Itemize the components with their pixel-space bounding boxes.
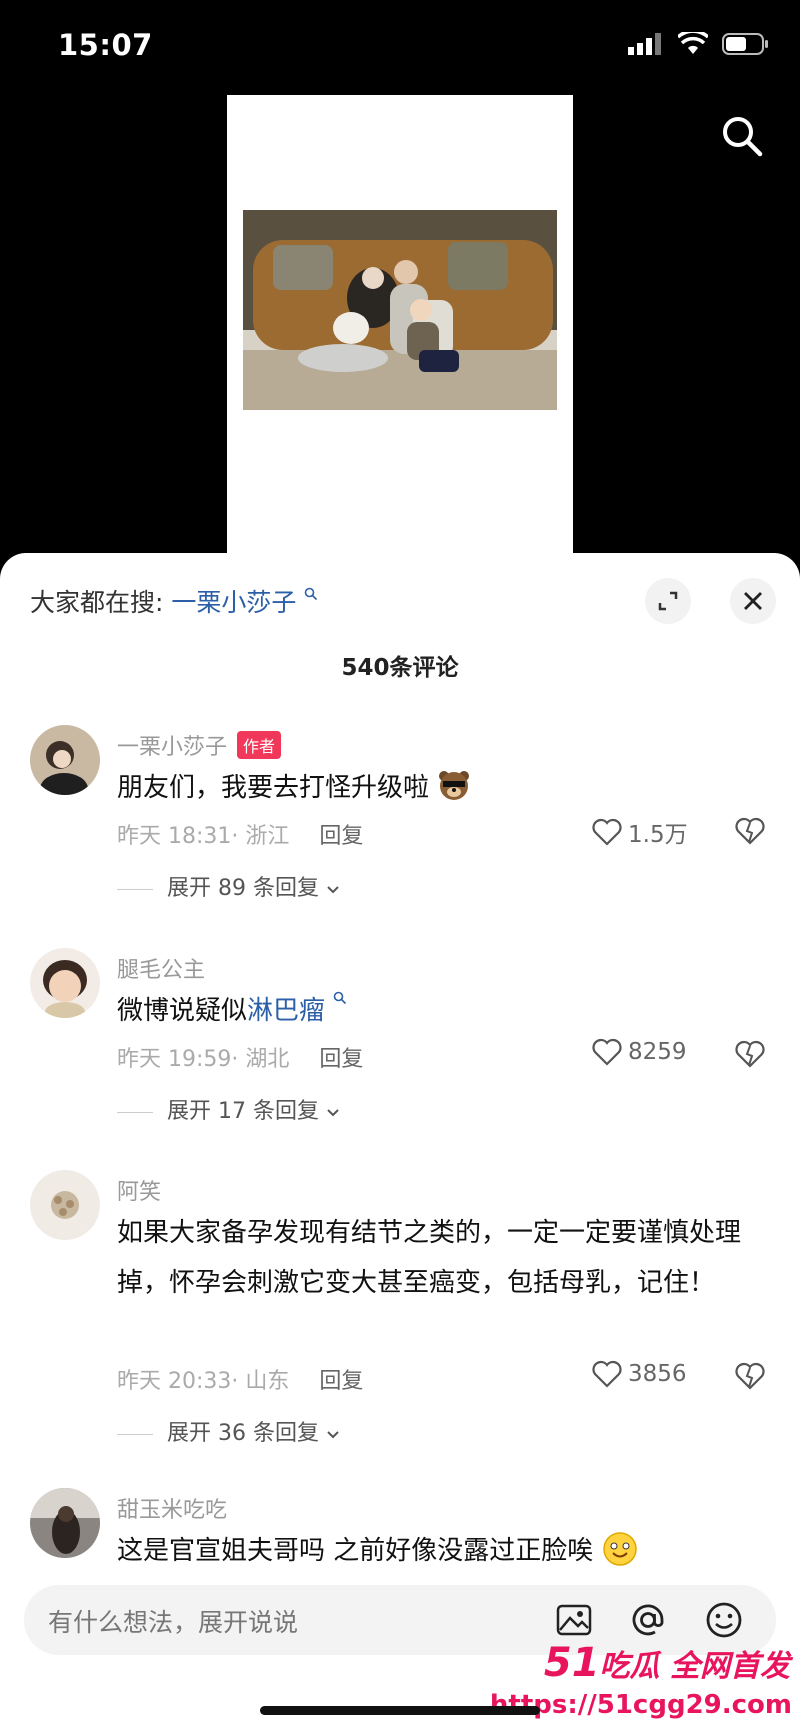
avatar[interactable] [30,948,100,1018]
family-photo [243,210,557,410]
status-time: 15:07 [58,28,153,62]
expand-text: 展开 89 条回复 [167,876,319,901]
chevron-down-icon [327,1431,339,1439]
hot-search[interactable]: 大家都在搜: 一栗小莎子 [30,583,318,619]
search-icon[interactable] [718,112,766,160]
wifi-icon [678,32,708,54]
home-indicator[interactable] [260,1706,540,1715]
search-small-icon [333,991,347,1005]
dislike-icon[interactable] [735,817,765,845]
avatar[interactable] [30,725,100,795]
like-button[interactable]: 1.5万 [592,815,688,849]
like-count: 8259 [628,1039,687,1065]
expand-replies-button[interactable]: 展开 17 条回复 [117,1093,340,1125]
status-icons [628,32,770,56]
username-text: 一栗小莎子 [117,735,228,760]
reply-button[interactable]: 回复 [319,1047,363,1072]
like-button[interactable]: 3856 [592,1360,687,1388]
comment-input-placeholder: 有什么想法，展开说说 [48,1608,299,1637]
reply-button[interactable]: 回复 [319,824,363,849]
fullscreen-button[interactable] [645,578,691,624]
comment-text-content: 微博说疑似 [117,996,248,1026]
status-bar: 15:07 [0,0,800,95]
comment-time: 昨天 18:31· 浙江 [117,824,290,849]
avatar[interactable] [30,1170,100,1240]
comment-username[interactable]: 阿笑 [117,1174,161,1206]
divider-dash [117,888,153,890]
author-badge: 作者 [237,731,282,759]
comment-time: 昨天 19:59· 湖北 [117,1047,290,1072]
watermark-url: https://51cgg29.com [489,1690,792,1720]
watermark-brand: 51吃瓜 全网首发 [544,1640,790,1686]
comment-text-content: 这是官宣姐夫哥吗 之前好像没露过正脸唉 [117,1536,594,1566]
comment-time: 昨天 20:33· 山东 [117,1369,290,1394]
expand-replies-button[interactable]: 展开 89 条回复 [117,870,340,902]
comment-sheet: 大家都在搜: 一栗小莎子 540条评论 一栗小莎子 作者 朋友们，我要去打怪升级啦 [0,553,800,1733]
heart-icon [592,818,622,846]
comment-username[interactable]: 一栗小莎子 作者 [117,729,282,761]
chevron-down-icon [327,886,339,894]
comment-meta: 昨天 19:59· 湖北 回复 [117,1041,363,1073]
comment-username[interactable]: 腿毛公主 [117,952,205,984]
expand-text: 展开 17 条回复 [167,1099,319,1124]
avatar[interactable] [30,1488,100,1558]
search-small-icon [305,587,318,601]
dislike-icon[interactable] [735,1040,765,1068]
watermark: 51吃瓜 全网首发 https://51cgg29.com [490,1640,800,1733]
like-button[interactable]: 8259 [592,1038,687,1066]
bear-emoji-icon [439,771,470,800]
chevron-down-icon [327,1109,339,1117]
comment-text: 微博说疑似淋巴瘤 [117,986,777,1036]
watermark-num: 51 [543,1640,600,1686]
expand-icon [658,591,678,611]
comment-text: 朋友们，我要去打怪升级啦 [117,763,777,813]
comment-count: 540条评论 [341,655,459,681]
hot-search-keyword[interactable]: 一栗小莎子 [171,588,296,617]
comment-meta: 昨天 18:31· 浙江 回复 [117,818,363,850]
heart-icon [592,1038,622,1066]
emoji-icon[interactable] [704,1600,744,1640]
expand-text: 展开 36 条回复 [167,1421,319,1446]
close-icon [744,592,762,610]
comment-text: 这是官宣姐夫哥吗 之前好像没露过正脸唉 [117,1526,777,1576]
battery-icon [722,33,768,55]
divider-dash [117,1111,153,1113]
reply-button[interactable]: 回复 [319,1369,363,1394]
mention-icon[interactable] [628,1600,668,1640]
watermark-text: 吃瓜 全网首发 [599,1649,790,1684]
close-button[interactable] [730,578,776,624]
divider-dash [117,1433,153,1435]
heart-icon [592,1360,622,1388]
expand-replies-button[interactable]: 展开 36 条回复 [117,1415,340,1447]
like-count: 1.5万 [628,822,688,848]
comment-meta: 昨天 20:33· 山东 回复 [117,1363,363,1395]
image-icon[interactable] [554,1600,594,1640]
signal-icon [628,33,661,55]
comment-text: 如果大家备孕发现有结节之类的，一定一定要谨慎处理掉，怀孕会刺激它变大甚至癌变，包… [117,1218,742,1298]
comment-text-content: 朋友们，我要去打怪升级啦 [117,773,430,803]
keyword-link[interactable]: 淋巴瘤 [247,996,325,1026]
smile-emoji-icon [602,1532,637,1566]
like-count: 3856 [628,1361,687,1387]
dislike-icon[interactable] [735,1362,765,1390]
comment-username[interactable]: 甜玉米吃吃 [117,1492,227,1524]
hot-search-label: 大家都在搜: [30,588,164,617]
